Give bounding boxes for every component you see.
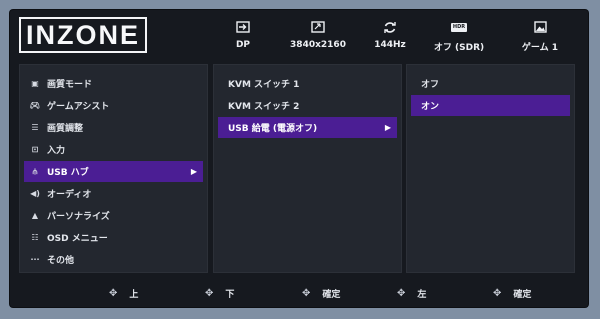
submenu-item-usb-power[interactable]: USB 給電 (電源オフ) ▶ (218, 117, 397, 138)
logo-text: INZONE (25, 19, 140, 50)
option-label: オン (421, 102, 440, 112)
submenu-item-kvm-1[interactable]: KVM スイッチ 1 (218, 73, 397, 94)
submenu-item-label: KVM スイッチ 1 (228, 80, 300, 90)
submenu-item-kvm-2[interactable]: KVM スイッチ 2 (218, 95, 397, 116)
brand-logo: INZONE (19, 17, 147, 53)
submenu-item-label: USB 給電 (電源オフ) (228, 124, 318, 134)
menu-item-game-assist[interactable]: 🎮︎ ゲームアシスト (24, 95, 203, 116)
nav-hint-left: ✥ 左 (397, 284, 426, 302)
menu-item-label: ゲームアシスト (47, 102, 110, 112)
sliders-icon: ☰ (31, 123, 39, 132)
status-resolution-value: 3840x2160 (290, 40, 346, 50)
chevron-right-icon: ▶ (190, 167, 197, 176)
menu-item-label: 画質モード (47, 80, 93, 90)
status-input-value: DP (235, 40, 251, 50)
status-resolution: 3840x2160 (278, 20, 358, 50)
menu-item-label: その他 (47, 256, 75, 266)
nav-hint-label: 上 (129, 289, 139, 300)
submenu-item-label: KVM スイッチ 2 (228, 102, 300, 112)
picture-mode-icon (500, 20, 580, 34)
status-hdr: HDR オフ (SDR) (419, 20, 499, 53)
dpad-icon: ✥ (205, 287, 214, 299)
status-input: DP (203, 20, 283, 50)
menu-item-picture-mode[interactable]: ▣ 画質モード (24, 73, 203, 94)
menu-item-label: オーディオ (47, 190, 92, 200)
menu-item-label: 入力 (47, 146, 66, 156)
dpad-icon: ✥ (493, 287, 502, 299)
navigation-guide: ✥ 上 ✥ 下 ✥ 確定 ✥ 左 ✥ 確定 (19, 284, 575, 302)
hdr-icon: HDR (419, 20, 499, 34)
dpad-icon: ✥ (397, 287, 406, 299)
ellipsis-icon: ··· (30, 255, 40, 264)
nav-hint-label: 確定 (322, 289, 341, 300)
options-panel: オフ オン (406, 64, 575, 273)
nav-hint-enter: ✥ 確定 (302, 284, 340, 302)
hdr-icon-text: HDR (450, 22, 468, 32)
menu-item-audio[interactable]: ◀) オーディオ (24, 183, 203, 204)
status-refresh: 144Hz (350, 20, 430, 50)
nav-hint-label: 下 (225, 289, 235, 300)
option-off[interactable]: オフ (411, 73, 570, 94)
status-picture-mode-value: ゲーム 1 (521, 43, 559, 53)
menu-item-picture-adjust[interactable]: ☰ 画質調整 (24, 117, 203, 138)
person-icon: ▲ (31, 211, 39, 220)
usb-icon: ⫛ (32, 166, 38, 176)
menu-item-label: パーソナライズ (47, 212, 110, 222)
main-menu-panel: ▣ 画質モード 🎮︎ ゲームアシスト ☰ 画質調整 ⊡ 入力 ⫛ USB ハブ … (19, 64, 208, 273)
gamepad-icon: 🎮︎ (29, 101, 41, 110)
option-on[interactable]: オン (411, 95, 570, 116)
chevron-right-icon: ▶ (384, 123, 391, 132)
list-icon: ☷ (31, 233, 39, 242)
status-hdr-value: オフ (SDR) (433, 43, 485, 53)
menu-item-label: 画質調整 (47, 124, 84, 134)
menu-item-label: USB ハブ (47, 168, 89, 178)
refresh-rate-icon (350, 20, 430, 34)
menu-item-usb-hub[interactable]: ⫛ USB ハブ ▶ (24, 161, 203, 182)
menu-item-other[interactable]: ··· その他 (24, 249, 203, 270)
menu-item-label: OSD メニュー (47, 234, 108, 244)
submenu-panel: KVM スイッチ 1 KVM スイッチ 2 USB 給電 (電源オフ) ▶ (213, 64, 402, 273)
menu-item-osd-menu[interactable]: ☷ OSD メニュー (24, 227, 203, 248)
menu-item-input[interactable]: ⊡ 入力 (24, 139, 203, 160)
status-picture-mode: ゲーム 1 (500, 20, 580, 53)
picture-mode-icon: ▣ (31, 79, 39, 88)
nav-hint-up: ✥ 上 (109, 284, 138, 302)
nav-hint-down: ✥ 下 (205, 284, 234, 302)
dpad-icon: ✥ (302, 287, 311, 299)
menu-item-personalize[interactable]: ▲ パーソナライズ (24, 205, 203, 226)
nav-hint-label: 確定 (513, 289, 532, 300)
dpad-icon: ✥ (109, 287, 118, 299)
nav-hint-label: 左 (417, 289, 427, 300)
input-icon (203, 20, 283, 34)
option-label: オフ (421, 80, 440, 90)
speaker-icon: ◀) (30, 189, 40, 198)
input-icon: ⊡ (31, 145, 39, 154)
status-refresh-value: 144Hz (374, 40, 406, 50)
nav-hint-confirm: ✥ 確定 (493, 284, 531, 302)
resolution-icon (278, 20, 358, 34)
